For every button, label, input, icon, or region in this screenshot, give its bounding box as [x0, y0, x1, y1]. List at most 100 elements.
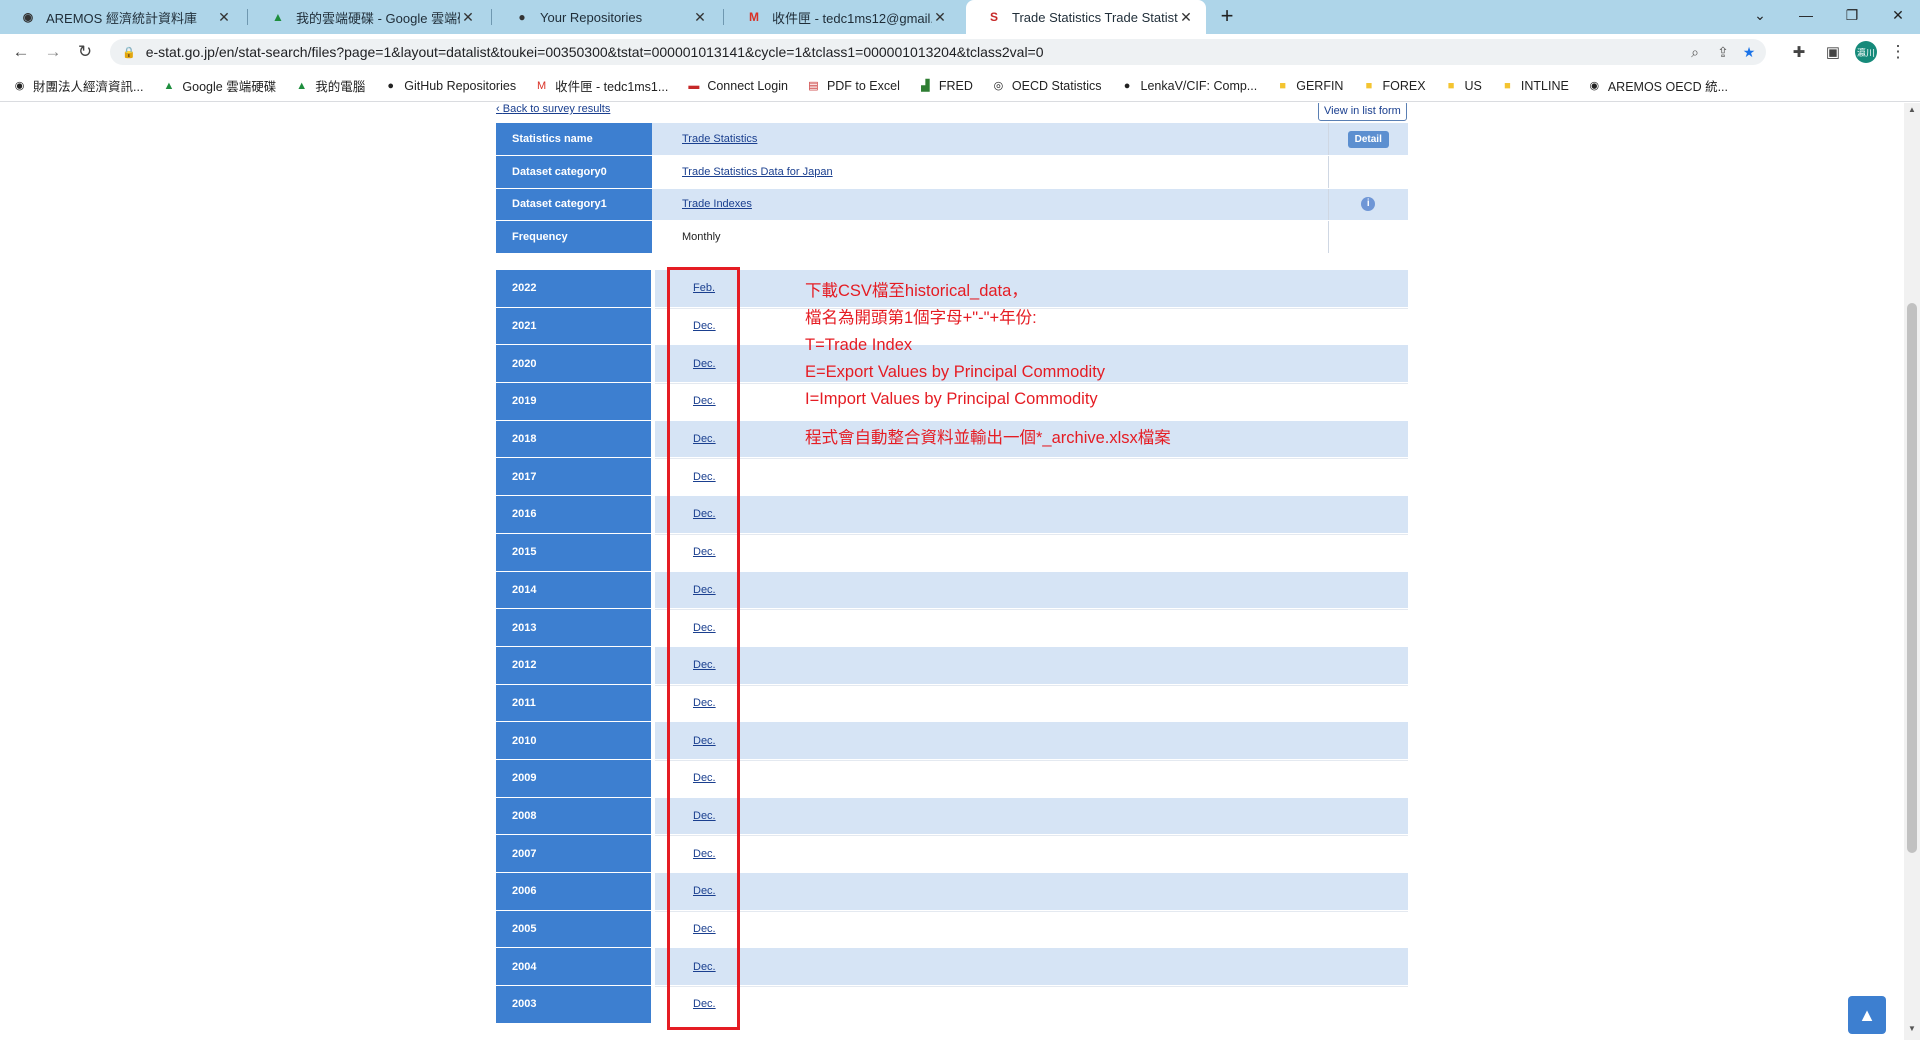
detail-button[interactable]: Detail	[1347, 130, 1389, 148]
year-label: 2021	[496, 307, 651, 345]
bookmark-item[interactable]: ▲ 我的電腦	[294, 76, 365, 95]
folder-icon: ■	[1279, 79, 1287, 92]
close-tab-icon[interactable]: ✕	[216, 9, 232, 26]
bookmark-star-icon[interactable]: ★	[1736, 39, 1762, 65]
github-icon: ●	[518, 10, 526, 24]
bookmark-item[interactable]: ◎ OECD Statistics	[991, 78, 1102, 93]
menu-dots-icon[interactable]: ⋮	[1886, 40, 1910, 64]
annotation-note: 下載CSV檔至historical_data， 檔名為開頭第1個字母+"-"+年份…	[805, 278, 1171, 452]
info-row: Frequency Monthly	[496, 220, 1408, 254]
bookmark-item[interactable]: ▲ Google 雲端硬碟	[161, 76, 276, 95]
browser-tab[interactable]: ◉ AREMOS 經濟統計資料庫 ✕	[0, 0, 244, 34]
browser-tab[interactable]: M 收件匣 - tedc1ms12@gmail.com✕	[726, 0, 960, 34]
bookmark-item[interactable]: ● LenkaV/CIF: Comp...	[1120, 78, 1258, 93]
github-icon: ●	[1123, 79, 1131, 92]
flag-icon: ▬	[688, 79, 700, 92]
bookmark-item[interactable]: ◉ 財團法人經濟資訊...	[12, 76, 144, 95]
browser-tab[interactable]: S Trade Statistics Trade Statistics ✕	[966, 0, 1206, 34]
month-download-link[interactable]: Dec.	[693, 798, 716, 835]
month-download-link[interactable]: Dec.	[693, 572, 716, 609]
month-download-link[interactable]: Dec.	[693, 647, 716, 684]
view-in-list-form-button[interactable]: View in list form	[1318, 103, 1407, 121]
month-download-link[interactable]: Dec.	[693, 911, 716, 948]
bookmark-item[interactable]: ■ GERFIN	[1275, 78, 1343, 93]
annotation-line: 下載CSV檔至historical_data，	[805, 282, 1028, 300]
close-window-button[interactable]: ✕	[1875, 0, 1920, 30]
close-tab-icon[interactable]: ✕	[460, 9, 476, 26]
bookmark-item[interactable]: ● GitHub Repositories	[383, 78, 516, 93]
month-download-link[interactable]: Feb.	[693, 270, 715, 307]
zoom-icon[interactable]: ⌕	[1682, 39, 1708, 65]
github-icon: ●	[387, 79, 395, 92]
month-download-link[interactable]: Dec.	[693, 685, 716, 722]
month-download-link[interactable]: Dec.	[693, 383, 716, 420]
extensions-puzzle-icon[interactable]: ✚	[1787, 40, 1811, 64]
year-label: 2008	[496, 797, 651, 835]
month-download-link[interactable]: Dec.	[693, 722, 716, 759]
bookmark-item[interactable]: ▤ PDF to Excel	[806, 78, 900, 93]
year-row-background	[655, 910, 1408, 948]
side-panel-icon[interactable]: ▣	[1821, 40, 1845, 64]
close-tab-icon[interactable]: ✕	[932, 9, 948, 26]
page-scrollbar[interactable]: ▲ ▼	[1904, 103, 1920, 1040]
year-row: 2008 Dec.	[496, 797, 1408, 836]
bookmark-item[interactable]: M 收件匣 - tedc1ms1...	[534, 76, 668, 95]
bookmark-label: FOREX	[1382, 78, 1426, 93]
new-tab-button[interactable]: +	[1214, 4, 1240, 30]
info-row: Statistics name Trade Statistics Detail	[496, 123, 1408, 156]
month-download-link[interactable]: Dec.	[693, 421, 716, 458]
address-bar[interactable]: 🔒 e-stat.go.jp/en/stat-search/files?page…	[110, 39, 1766, 65]
tab-strip: ◉AREMOS 經濟統計資料庫✕▲我的雲端硬碟 - Google 雲端硬碟✕●Y…	[0, 0, 1920, 34]
bookmark-item[interactable]: ■ FOREX	[1361, 78, 1426, 93]
bookmark-label: AREMOS OECD 統...	[1607, 80, 1728, 94]
month-download-link[interactable]: Dec.	[693, 986, 716, 1023]
close-tab-icon[interactable]: ✕	[692, 9, 708, 26]
browser-tab[interactable]: ▲ 我的雲端硬碟 - Google 雲端硬碟✕	[250, 0, 488, 34]
tab-search-chevron-icon[interactable]: ⌄	[1737, 0, 1783, 30]
bookmark-item[interactable]: ▟ FRED	[918, 78, 973, 93]
scroll-up-arrow-icon[interactable]: ▲	[1904, 105, 1920, 119]
share-icon[interactable]: ⇪	[1710, 39, 1736, 65]
year-row-background	[655, 684, 1408, 722]
info-value-link[interactable]: Trade Indexes	[682, 198, 752, 210]
info-label: Frequency	[496, 220, 652, 254]
month-download-link[interactable]: Dec.	[693, 609, 716, 646]
profile-avatar[interactable]: 瀛川	[1855, 41, 1877, 63]
month-download-link[interactable]: Dec.	[693, 873, 716, 910]
year-label: 2012	[496, 646, 651, 684]
info-value-cell: Monthly	[652, 220, 1328, 254]
bookmark-item[interactable]: ▬ Connect Login	[686, 78, 788, 93]
month-download-link[interactable]: Dec.	[693, 534, 716, 571]
year-row: 2010 Dec.	[496, 722, 1408, 760]
month-download-link[interactable]: Dec.	[693, 308, 716, 345]
year-label: 2005	[496, 910, 651, 948]
month-download-link[interactable]: Dec.	[693, 496, 716, 533]
restore-button[interactable]: ❐	[1829, 0, 1875, 30]
back-link-label: Back to survey results	[502, 103, 611, 115]
bookmark-item[interactable]: ◉ AREMOS OECD 統...	[1587, 76, 1728, 95]
scroll-down-arrow-icon[interactable]: ▼	[1904, 1024, 1920, 1038]
bookmark-label: 我的電腦	[315, 80, 366, 94]
back-to-survey-link[interactable]: ‹ Back to survey results	[496, 103, 610, 115]
scroll-to-top-button[interactable]: ▲	[1848, 996, 1886, 1034]
bookmark-item[interactable]: ■ INTLINE	[1500, 78, 1569, 93]
aremos-icon: ◉	[22, 10, 34, 24]
back-arrow-icon[interactable]: ←	[9, 40, 33, 64]
month-download-link[interactable]: Dec.	[693, 458, 716, 495]
minimize-button[interactable]: —	[1783, 0, 1829, 30]
info-icon[interactable]: i	[1361, 197, 1376, 212]
bookmarks-bar: ◉ 財團法人經濟資訊... ▲ Google 雲端硬碟 ▲ 我的電腦 ● GitHub Rep…	[0, 70, 1920, 102]
google-drive-icon: ▲	[163, 79, 175, 92]
reload-icon[interactable]: ↻	[73, 40, 97, 64]
month-download-link[interactable]: Dec.	[693, 948, 716, 985]
scrollbar-thumb[interactable]	[1907, 303, 1917, 853]
month-download-link[interactable]: Dec.	[693, 835, 716, 872]
info-value-link[interactable]: Trade Statistics	[682, 133, 757, 145]
month-download-link[interactable]: Dec.	[693, 345, 716, 382]
forward-arrow-icon[interactable]: →	[41, 40, 65, 64]
month-download-link[interactable]: Dec.	[693, 760, 716, 797]
info-value-link[interactable]: Trade Statistics Data for Japan	[682, 166, 833, 178]
browser-tab[interactable]: ● Your Repositories ✕	[494, 0, 720, 34]
bookmark-item[interactable]: ■ US	[1444, 78, 1482, 93]
close-tab-icon[interactable]: ✕	[1178, 9, 1194, 26]
